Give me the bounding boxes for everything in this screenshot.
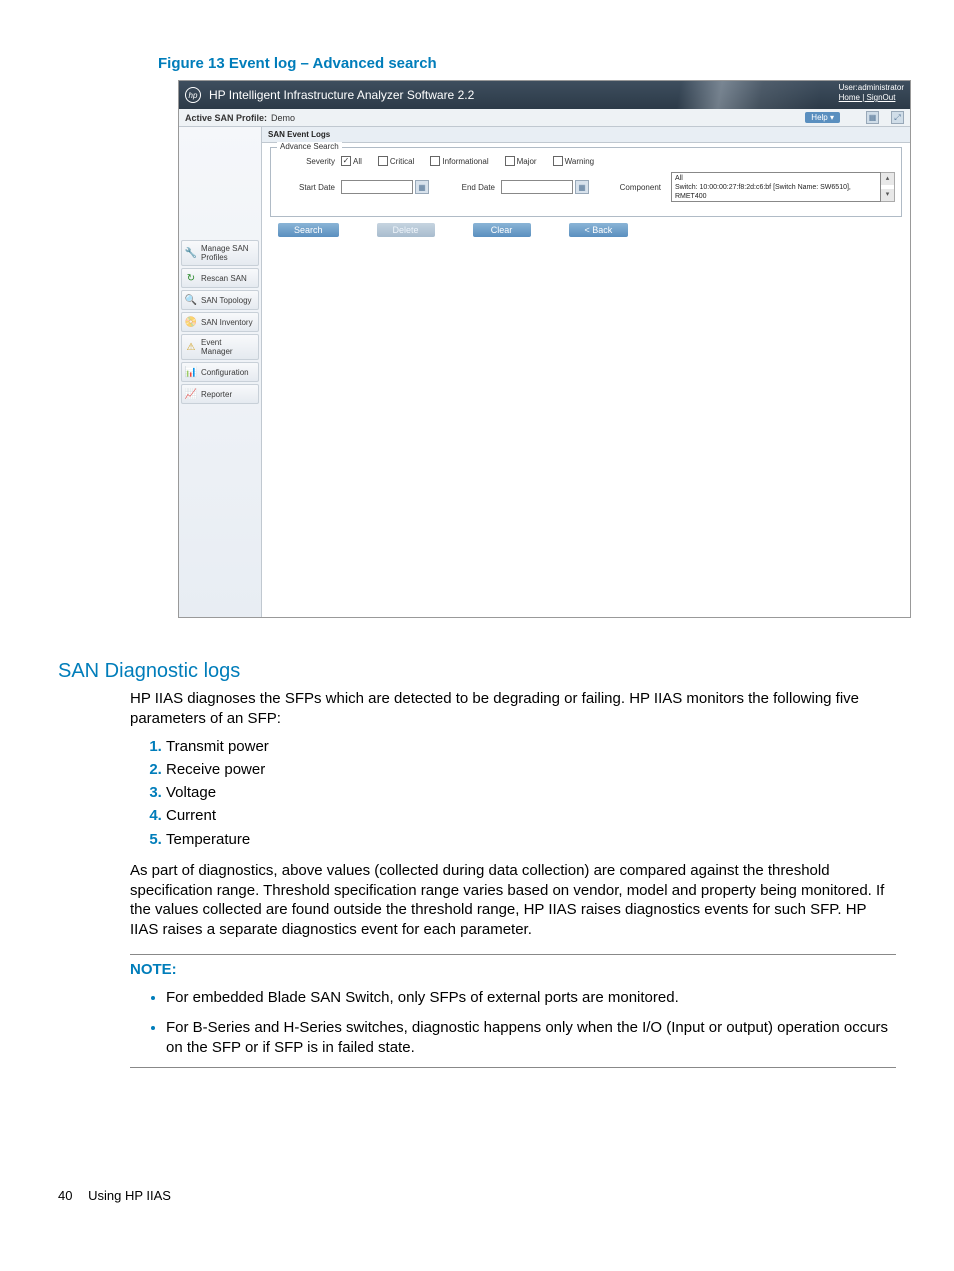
list-item: Voltage [166, 781, 896, 804]
fieldset-legend: Advance Search [277, 142, 342, 151]
reporter-icon: 📈 [185, 388, 197, 400]
component-option[interactable]: Switch: 10:00:00:27:f8:2d:c6:bf [Switch … [675, 183, 877, 192]
sidebar-item-label: Event Manager [201, 338, 255, 356]
header-graphic [620, 81, 820, 109]
note-label: NOTE: [130, 954, 896, 978]
component-option[interactable]: RMET400 [675, 192, 877, 201]
help-button[interactable]: Help ▾ [805, 112, 840, 123]
hp-logo-icon: hp [185, 87, 201, 103]
checkbox-icon [430, 156, 440, 166]
sidebar-item-label: Rescan SAN [201, 274, 255, 283]
back-button[interactable]: < Back [569, 223, 629, 237]
notes-list: For embedded Blade SAN Switch, only SFPs… [130, 988, 896, 1068]
toolbar-icon-1[interactable]: ▦ [866, 111, 879, 124]
sidebar-item-label: Reporter [201, 390, 255, 399]
sidebar-item-rescan-san[interactable]: ↻ Rescan SAN [181, 268, 259, 288]
topology-icon: 🔍 [185, 294, 197, 306]
section-heading: SAN Diagnostic logs [58, 660, 896, 683]
user-info: User:administrator Home | SignOut [839, 83, 904, 103]
scroll-down-icon[interactable]: ▾ [881, 189, 894, 201]
severity-checkbox-major[interactable]: Major [505, 156, 537, 166]
figure-caption: Figure 13 Event log – Advanced search [158, 55, 896, 72]
clear-button[interactable]: Clear [473, 223, 531, 237]
list-item: Transmit power [166, 735, 896, 758]
checkbox-label: Critical [390, 157, 414, 166]
user-label: User:administrator [839, 83, 904, 93]
sidebar-item-label: Configuration [201, 368, 255, 377]
sidebar-item-manage-san-profiles[interactable]: 🔧 Manage SAN Profiles [181, 240, 259, 266]
component-option[interactable]: All [675, 174, 877, 183]
sidebar: 🔧 Manage SAN Profiles ↻ Rescan SAN 🔍 SAN… [179, 127, 262, 617]
warning-icon: ⚠ [185, 341, 197, 353]
checkbox-label: All [353, 157, 362, 166]
sidebar-item-san-topology[interactable]: 🔍 SAN Topology [181, 290, 259, 310]
footer-section: Using HP IIAS [88, 1188, 171, 1203]
intro-paragraph: HP IIAS diagnoses the SFPs which are det… [130, 689, 896, 729]
sidebar-item-event-manager[interactable]: ⚠ Event Manager [181, 334, 259, 360]
calendar-icon[interactable]: ▦ [415, 180, 429, 194]
sidebar-item-reporter[interactable]: 📈 Reporter [181, 384, 259, 404]
component-select[interactable]: All Switch: 10:00:00:27:f8:2d:c6:bf [Swi… [671, 172, 881, 202]
parameter-list: Transmit power Receive power Voltage Cur… [130, 735, 896, 851]
tab-san-event-logs: SAN Event Logs [262, 127, 910, 143]
inventory-icon: 📀 [185, 316, 197, 328]
sidebar-item-label: SAN Topology [201, 296, 255, 305]
toolbar-icon-2[interactable]: ⤢ [891, 111, 904, 124]
list-item: For B-Series and H-Series switches, diag… [166, 1018, 896, 1058]
severity-checkbox-warning[interactable]: Warning [553, 156, 595, 166]
home-link[interactable]: Home [839, 93, 860, 102]
checkbox-icon [505, 156, 515, 166]
component-label: Component [613, 183, 667, 192]
app-title: HP Intelligent Infrastructure Analyzer S… [209, 88, 474, 102]
checkbox-label: Informational [442, 157, 488, 166]
sidebar-item-san-inventory[interactable]: 📀 SAN Inventory [181, 312, 259, 332]
start-date-label: Start Date [277, 183, 341, 192]
rescan-icon: ↻ [185, 272, 197, 284]
sidebar-item-label: SAN Inventory [201, 318, 255, 327]
checkbox-label: Major [517, 157, 537, 166]
severity-checkbox-all[interactable]: ✓ All [341, 156, 362, 166]
severity-checkbox-informational[interactable]: Informational [430, 156, 488, 166]
delete-button[interactable]: Delete [377, 223, 435, 237]
advance-search-fieldset: Advance Search Severity ✓ All Critical [270, 147, 902, 217]
diagnostics-paragraph: As part of diagnostics, above values (co… [130, 861, 896, 940]
wrench-icon: 🔧 [185, 247, 197, 259]
page-footer: 40 Using HP IIAS [58, 1188, 896, 1203]
config-icon: 📊 [185, 366, 197, 378]
checkbox-icon: ✓ [341, 156, 351, 166]
active-profile-value: Demo [271, 113, 295, 123]
checkbox-label: Warning [565, 157, 595, 166]
main-content: SAN Event Logs Advance Search Severity ✓… [262, 127, 910, 617]
list-item: Receive power [166, 758, 896, 781]
sidebar-item-configuration[interactable]: 📊 Configuration [181, 362, 259, 382]
select-scrollbar[interactable]: ▴ ▾ [881, 172, 895, 202]
severity-label: Severity [277, 157, 341, 166]
list-item: Temperature [166, 828, 896, 851]
app-header: hp HP Intelligent Infrastructure Analyze… [179, 81, 910, 109]
sidebar-item-label: Manage SAN Profiles [201, 244, 255, 262]
start-date-input[interactable] [341, 180, 413, 194]
toolbar: Active SAN Profile: Demo Help ▾ ▦ ⤢ [179, 109, 910, 127]
list-item: Current [166, 804, 896, 827]
scroll-up-icon[interactable]: ▴ [881, 173, 894, 185]
signout-link[interactable]: SignOut [867, 93, 896, 102]
calendar-icon[interactable]: ▦ [575, 180, 589, 194]
page-number: 40 [58, 1188, 72, 1203]
active-profile-label: Active SAN Profile: [185, 113, 267, 123]
checkbox-icon [378, 156, 388, 166]
severity-checkbox-critical[interactable]: Critical [378, 156, 414, 166]
end-date-input[interactable] [501, 180, 573, 194]
checkbox-icon [553, 156, 563, 166]
search-button[interactable]: Search [278, 223, 339, 237]
app-screenshot: hp HP Intelligent Infrastructure Analyze… [178, 80, 911, 618]
list-item: For embedded Blade SAN Switch, only SFPs… [166, 988, 896, 1008]
end-date-label: End Date [457, 183, 501, 192]
